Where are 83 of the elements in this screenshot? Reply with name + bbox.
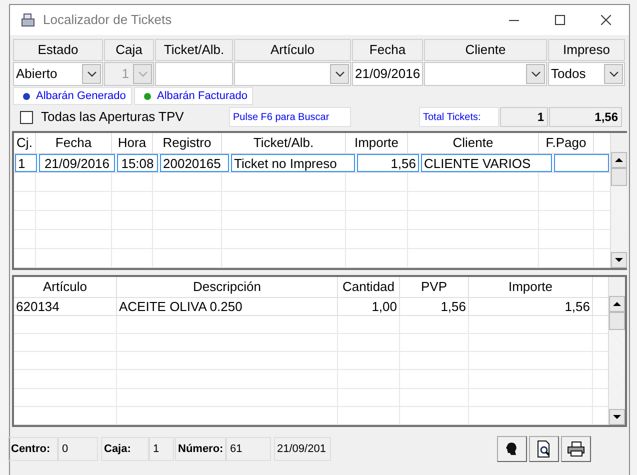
table-cell: CLIENTE VARIOS <box>421 154 552 172</box>
column-header[interactable]: Ticket/Alb. <box>222 133 346 153</box>
search-person-button[interactable] <box>497 436 527 462</box>
cash-register-icon <box>20 12 36 28</box>
column-header[interactable]: Cj. <box>14 133 36 153</box>
column-header[interactable]: Importe <box>469 277 593 296</box>
column-header[interactable]: Cliente <box>408 133 539 153</box>
filter-label: Artículo <box>234 39 351 61</box>
legend-label: Albarán Generado <box>36 88 126 104</box>
scroll-down-button[interactable] <box>609 409 625 425</box>
chevron-down-icon <box>608 71 618 77</box>
table-cell: 20020165 <box>160 154 229 172</box>
total-tickets-label: Total Tickets: <box>419 107 499 127</box>
column-header[interactable]: Hora <box>112 133 153 153</box>
column-header[interactable]: Descripción <box>117 277 338 296</box>
status-value: 0 <box>58 437 98 461</box>
chevron-down-icon <box>138 71 148 77</box>
table-cell: Ticket no Impreso <box>231 154 355 172</box>
filter-label: Caja <box>104 39 154 61</box>
status-value: 1 <box>149 437 174 461</box>
dropdown-button[interactable] <box>82 64 101 84</box>
filter-label: Cliente <box>424 39 547 61</box>
printer-icon <box>567 441 585 457</box>
filter-label: Estado <box>13 39 103 61</box>
close-icon <box>601 15 611 25</box>
input-field[interactable] <box>155 62 233 86</box>
filter-label: Impreso <box>548 39 625 61</box>
dropdown-field[interactable]: Todos <box>548 62 625 86</box>
triangle-up-icon <box>615 158 623 162</box>
column-header[interactable]: Fecha <box>36 133 112 153</box>
window-title: Localizador de Tickets <box>43 11 172 30</box>
all-openings-checkbox[interactable]: Todas las Aperturas TPV <box>13 107 225 127</box>
input-field[interactable]: 21/09/2016 <box>352 62 423 86</box>
dropdown-button[interactable] <box>604 64 623 84</box>
column-header[interactable]: F.Pago <box>539 133 594 153</box>
column-header[interactable]: Artículo <box>14 277 117 296</box>
column-header[interactable]: Cantidad <box>338 277 400 296</box>
dropdown-field[interactable] <box>234 62 351 86</box>
table-cell: 1,00 <box>338 298 400 315</box>
table-cell: 1,56 <box>357 154 419 172</box>
status-label: Caja: <box>101 437 149 461</box>
column-header[interactable]: Registro <box>153 133 222 153</box>
column-header[interactable]: PVP <box>400 277 469 296</box>
status-value: 61 <box>226 437 271 461</box>
legend-label: Albarán Facturado <box>157 88 248 104</box>
triangle-down-icon <box>613 415 621 419</box>
total-amount: 1,56 <box>549 107 622 127</box>
maximize-icon <box>555 15 565 25</box>
table-cell: 620134 <box>14 298 117 315</box>
triangle-down-icon <box>615 258 623 262</box>
scrollbar[interactable] <box>608 277 625 425</box>
chevron-down-icon <box>86 71 96 77</box>
dropdown-field[interactable] <box>424 62 547 86</box>
scrollbar[interactable] <box>610 133 627 268</box>
total-count: 1 <box>500 107 548 127</box>
column-header[interactable]: Importe <box>346 133 408 153</box>
search-hint: Pulse F6 para Buscar <box>229 107 351 127</box>
print-button[interactable] <box>561 436 591 462</box>
table-cell: 15:08 <box>117 154 158 172</box>
table-cell: ACEITE OLIVA 0.250 <box>117 298 338 315</box>
triangle-up-icon <box>613 302 621 306</box>
status-label: Centro: <box>8 437 58 461</box>
chevron-down-icon <box>334 71 344 77</box>
status-date: 21/09/201 <box>274 437 331 461</box>
dropdown-button[interactable] <box>526 64 545 84</box>
scroll-up-button[interactable] <box>609 296 625 312</box>
table-cell: 1,56 <box>469 298 593 315</box>
dropdown-field[interactable]: Abierto <box>13 62 103 86</box>
table-cell: 1,56 <box>400 298 469 315</box>
dropdown-button[interactable] <box>330 64 349 84</box>
scroll-up-button[interactable] <box>611 152 627 168</box>
scroll-thumb[interactable] <box>609 312 625 330</box>
filter-label: Ticket/Alb. <box>155 39 233 61</box>
preview-button[interactable] <box>529 436 559 462</box>
status-label: Número: <box>175 437 226 461</box>
table-cell: 21/09/2016 <box>39 154 115 172</box>
scroll-down-button[interactable] <box>611 252 627 268</box>
table-cell: 1 <box>15 154 37 172</box>
filter-label: Fecha <box>352 39 423 61</box>
chevron-down-icon <box>530 71 540 77</box>
document-search-icon <box>536 440 552 458</box>
scroll-thumb[interactable] <box>611 168 627 186</box>
table-cell <box>554 154 609 172</box>
